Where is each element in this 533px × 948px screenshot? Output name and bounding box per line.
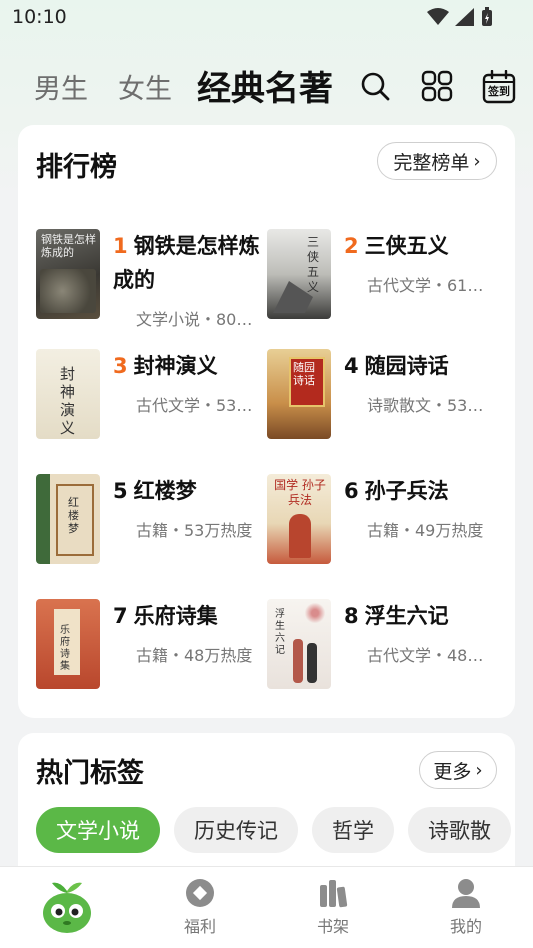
book-item[interactable]: 钢铁是怎样炼成的 1 钢铁是怎样炼成的 文学小说・80… — [36, 229, 266, 329]
tab-female[interactable]: 女生 — [118, 67, 172, 106]
chevron-right-icon: › — [473, 150, 481, 172]
book-title-text: 随园诗话 — [364, 354, 449, 378]
book-meta: 古代文学・53… — [136, 396, 253, 415]
tab-classics[interactable]: 经典名著 — [197, 61, 333, 110]
nav-bookshelf[interactable]: 书架 — [293, 877, 373, 937]
book-title: 5 红楼梦 — [113, 474, 263, 508]
book-title: 6 孙子兵法 — [344, 474, 494, 508]
book-title: 4 随园诗话 — [344, 349, 494, 383]
profile-icon — [452, 879, 480, 908]
book-meta: 古籍・49万热度 — [367, 521, 484, 540]
book-cover: 钢铁是怎样炼成的 — [36, 229, 100, 319]
cover-title: 三侠五义 — [307, 235, 320, 294]
hot-tags-title: 热门标签 — [36, 758, 144, 789]
full-list-label: 完整榜单 — [393, 151, 470, 174]
book-title: 8 浮生六记 — [344, 599, 494, 633]
rank-number: 3 — [113, 354, 128, 378]
cover-title: 封神演义 — [60, 365, 76, 437]
mascot-icon — [43, 882, 91, 933]
book-cover: 浮生六记 — [267, 599, 331, 689]
book-title-text: 钢铁是怎样炼成的 — [113, 234, 260, 292]
book-title-text: 孙子兵法 — [364, 479, 449, 503]
rank-number: 7 — [113, 604, 128, 628]
rank-number: 6 — [344, 479, 359, 503]
book-meta: 文学小说・80… — [136, 310, 253, 329]
book-title-text: 封神演义 — [133, 354, 218, 378]
tag-chip[interactable]: 文学小说 — [36, 807, 160, 853]
tag-chip[interactable]: 诗歌散 — [408, 807, 511, 853]
nav-profile[interactable]: 我的 — [426, 877, 506, 937]
book-title: 1 钢铁是怎样炼成的 — [113, 229, 263, 297]
book-cover: 乐府诗集 — [36, 599, 100, 689]
full-list-button[interactable]: 完整榜单 › — [377, 142, 497, 180]
cover-title: 随园诗话 — [293, 361, 315, 387]
ranking-card: 排行榜 完整榜单 › 钢铁是怎样炼成的 1 钢铁是怎样炼成的 文学小说・80… 三… — [18, 125, 515, 718]
status-time: 10:10 — [12, 6, 67, 28]
book-title: 3 封神演义 — [113, 349, 263, 383]
checkin-label: 签到 — [488, 85, 510, 98]
category-grid-icon[interactable] — [421, 70, 453, 102]
more-tags-button[interactable]: 更多 › — [419, 751, 497, 789]
book-title: 2 三侠五义 — [344, 229, 494, 263]
status-icons — [427, 7, 493, 27]
book-title-text: 浮生六记 — [364, 604, 449, 628]
book-item[interactable]: 红楼梦 5 红楼梦 古籍・53万热度 — [36, 474, 266, 574]
nav-welfare-label: 福利 — [183, 917, 216, 936]
nav-welfare[interactable]: 福利 — [160, 877, 240, 937]
book-item[interactable]: 随园诗话 4 随园诗话 诗歌散文・53… — [267, 349, 497, 449]
battery-icon — [482, 7, 492, 26]
tag-list: 文学小说 历史传记 哲学 诗歌散 — [36, 807, 511, 853]
search-icon[interactable] — [359, 70, 391, 102]
cover-title: 钢铁是怎样炼成的 — [41, 233, 96, 259]
wifi-icon — [427, 8, 449, 25]
book-title: 7 乐府诗集 — [113, 599, 263, 633]
book-cover: 随园诗话 — [267, 349, 331, 439]
rank-number: 2 — [344, 234, 359, 258]
tag-chip[interactable]: 哲学 — [312, 807, 394, 853]
book-item[interactable]: 封神演义 3 封神演义 古代文学・53… — [36, 349, 266, 449]
tab-male[interactable]: 男生 — [34, 67, 88, 106]
top-nav: 男生 女生 经典名著 签到 — [0, 62, 533, 116]
book-item[interactable]: 三侠五义 2 三侠五义 古代文学・61… — [267, 229, 497, 329]
tag-chip[interactable]: 历史传记 — [174, 807, 298, 853]
nav-home[interactable] — [27, 877, 107, 939]
checkin-button[interactable]: 签到 — [482, 70, 516, 104]
book-meta: 诗歌散文・53… — [367, 396, 484, 415]
bottom-nav: 福利 书架 我的 — [0, 866, 533, 948]
signal-icon — [455, 8, 474, 26]
welfare-icon — [186, 879, 214, 907]
book-title-text: 三侠五义 — [364, 234, 449, 258]
book-title-text: 红楼梦 — [133, 479, 197, 503]
ranking-title: 排行榜 — [36, 152, 117, 183]
book-meta: 古籍・53万热度 — [136, 521, 253, 540]
cover-title: 浮生六记 — [275, 609, 285, 656]
book-cover: 国学 孙子兵法 — [267, 474, 331, 564]
book-item[interactable]: 乐府诗集 7 乐府诗集 古籍・48万热度 — [36, 599, 266, 699]
cover-title: 乐府诗集 — [60, 625, 70, 672]
book-cover: 封神演义 — [36, 349, 100, 439]
book-item[interactable]: 浮生六记 8 浮生六记 古代文学・48… — [267, 599, 497, 699]
status-bar: 10:10 — [0, 0, 533, 36]
cover-title: 国学 孙子兵法 — [274, 478, 326, 507]
book-meta: 古代文学・61… — [367, 276, 484, 295]
bookshelf-icon — [320, 880, 348, 908]
book-meta: 古籍・48万热度 — [136, 646, 253, 665]
book-cover: 三侠五义 — [267, 229, 331, 319]
book-title-text: 乐府诗集 — [133, 604, 218, 628]
nav-profile-label: 我的 — [449, 917, 482, 936]
chevron-right-icon: › — [475, 759, 483, 781]
book-cover: 红楼梦 — [36, 474, 100, 564]
rank-number: 5 — [113, 479, 128, 503]
rank-number: 1 — [113, 234, 128, 258]
book-meta: 古代文学・48… — [367, 646, 484, 665]
nav-bookshelf-label: 书架 — [316, 917, 349, 936]
rank-number: 8 — [344, 604, 359, 628]
book-item[interactable]: 国学 孙子兵法 6 孙子兵法 古籍・49万热度 — [267, 474, 497, 574]
more-label: 更多 — [433, 760, 472, 783]
rank-number: 4 — [344, 354, 359, 378]
